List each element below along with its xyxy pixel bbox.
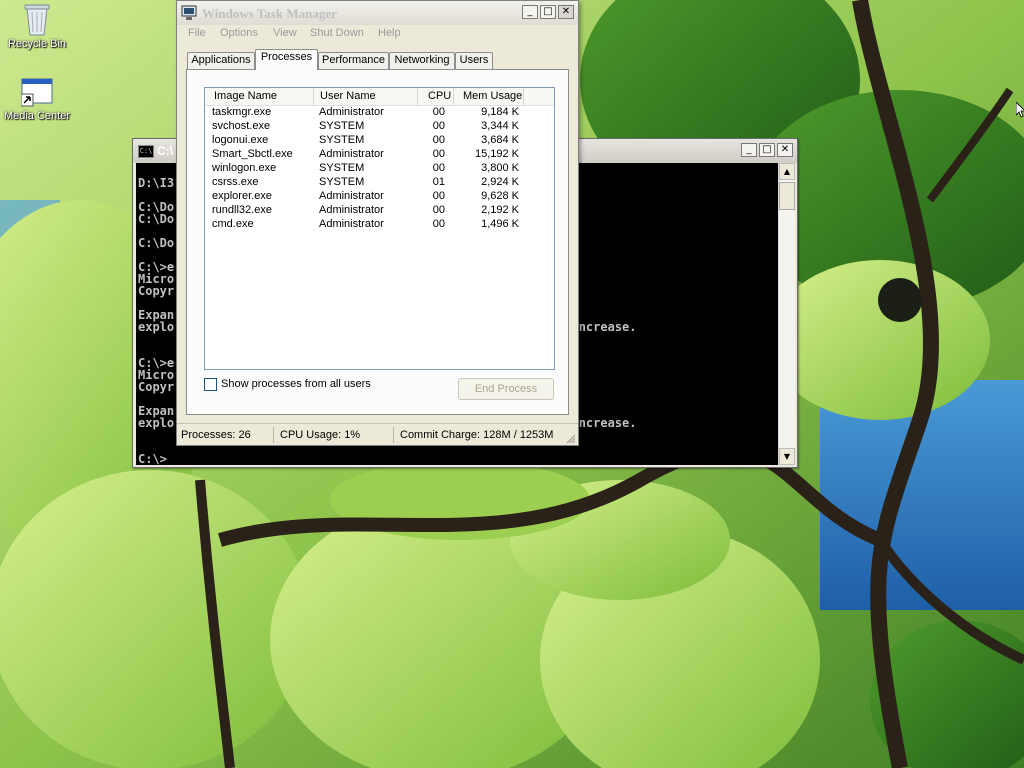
- process-row[interactable]: logonui.exe SYSTEM 00 3,684 K: [205, 133, 554, 147]
- desktop-icon-media-center[interactable]: Media Center: [0, 78, 77, 122]
- menu-file[interactable]: File: [188, 27, 206, 39]
- process-name-cell: csrss.exe: [212, 176, 259, 188]
- process-cpu-cell: 00: [432, 204, 445, 216]
- cmd-close-button[interactable]: ✕: [777, 143, 793, 157]
- process-row[interactable]: cmd.exe Administrator 00 1,496 K: [205, 217, 554, 231]
- cmd-title: C:\: [157, 144, 173, 158]
- process-list[interactable]: Image Name User Name CPU Mem Usage taskm…: [204, 87, 555, 370]
- process-user-cell: Administrator: [319, 190, 384, 202]
- cmd-maximize-button[interactable]: □: [759, 143, 775, 157]
- process-name-cell: rundll32.exe: [212, 204, 272, 216]
- menu-help[interactable]: Help: [378, 27, 401, 39]
- end-process-button[interactable]: End Process: [458, 378, 554, 400]
- scroll-down-arrow-icon[interactable]: ▼: [779, 448, 795, 465]
- mouse-cursor-icon: [1016, 102, 1024, 118]
- resize-grip-icon[interactable]: [566, 434, 576, 444]
- menu-shut-down[interactable]: Shut Down: [310, 27, 364, 39]
- process-row[interactable]: winlogon.exe SYSTEM 00 3,800 K: [205, 161, 554, 175]
- show-all-processes-checkbox[interactable]: [204, 378, 217, 391]
- cmd-minimize-button[interactable]: _: [741, 143, 757, 157]
- process-row[interactable]: taskmgr.exe Administrator 00 9,184 K: [205, 105, 554, 119]
- task-manager-window[interactable]: Windows Task Manager _ □ ✕ File Options …: [176, 0, 579, 446]
- process-mem-cell: 2,924 K: [481, 176, 519, 188]
- processes-panel: Image Name User Name CPU Mem Usage taskm…: [186, 69, 569, 415]
- menu-options[interactable]: Options: [220, 27, 258, 39]
- tm-close-button[interactable]: ✕: [558, 5, 574, 19]
- task-manager-titlebar[interactable]: Windows Task Manager _ □ ✕: [177, 1, 578, 25]
- process-name-cell: winlogon.exe: [212, 162, 277, 174]
- task-manager-icon: [181, 5, 197, 20]
- process-cpu-cell: 00: [432, 190, 445, 202]
- column-cpu[interactable]: CPU: [418, 88, 454, 105]
- console-line: C:\>: [138, 452, 167, 465]
- process-row[interactable]: csrss.exe SYSTEM 01 2,924 K: [205, 175, 554, 189]
- process-user-cell: SYSTEM: [319, 120, 365, 132]
- scroll-up-arrow-icon[interactable]: ▲: [779, 163, 795, 180]
- recycle-bin-icon: [24, 4, 50, 36]
- media-center-label: Media Center: [3, 110, 71, 122]
- column-image-name[interactable]: Image Name: [205, 88, 314, 105]
- process-cpu-cell: 00: [432, 218, 445, 230]
- task-manager-title: Windows Task Manager: [202, 6, 337, 21]
- console-line: D:\I3: [138, 176, 175, 190]
- tab-applications[interactable]: Applications: [187, 52, 255, 69]
- cmd-scroll-thumb[interactable]: [779, 182, 795, 210]
- process-row[interactable]: Smart_Sbctl.exe Administrator 00 15,192 K: [205, 147, 554, 161]
- recycle-bin-label: Recycle Bin: [7, 38, 67, 50]
- process-cpu-cell: 00: [432, 148, 445, 160]
- process-row[interactable]: svchost.exe SYSTEM 00 3,344 K: [205, 119, 554, 133]
- tm-maximize-button[interactable]: □: [540, 5, 556, 19]
- process-cpu-cell: 00: [432, 162, 445, 174]
- status-commit-charge: Commit Charge: 128M / 1253M: [400, 429, 554, 441]
- cmd-window-icon: C:\: [138, 145, 154, 158]
- process-cpu-cell: 00: [432, 134, 445, 146]
- process-user-cell: Administrator: [319, 218, 384, 230]
- process-mem-cell: 3,800 K: [481, 162, 519, 174]
- process-mem-cell: 9,628 K: [481, 190, 519, 202]
- process-mem-cell: 3,684 K: [481, 134, 519, 146]
- process-user-cell: Administrator: [319, 204, 384, 216]
- process-name-cell: explorer.exe: [212, 190, 272, 202]
- process-user-cell: SYSTEM: [319, 134, 365, 146]
- tab-networking[interactable]: Networking: [389, 52, 455, 69]
- tab-users[interactable]: Users: [455, 52, 493, 69]
- process-mem-cell: 9,184 K: [481, 106, 519, 118]
- process-name-cell: taskmgr.exe: [212, 106, 272, 118]
- desktop-icon-recycle-bin[interactable]: Recycle Bin: [0, 2, 77, 50]
- tm-minimize-button[interactable]: _: [522, 5, 538, 19]
- process-row[interactable]: explorer.exe Administrator 00 9,628 K: [205, 189, 554, 203]
- process-mem-cell: 3,344 K: [481, 120, 519, 132]
- status-cpu-usage: CPU Usage: 1%: [276, 427, 394, 443]
- cmd-vertical-scrollbar[interactable]: ▲ ▼: [778, 163, 795, 465]
- process-name-cell: logonui.exe: [212, 134, 269, 146]
- process-mem-cell: 1,496 K: [481, 218, 519, 230]
- status-bar: Processes: 26 CPU Usage: 1% Commit Charg…: [177, 423, 578, 446]
- tab-performance[interactable]: Performance: [318, 52, 389, 69]
- process-name-cell: Smart_Sbctl.exe: [212, 148, 293, 160]
- process-list-header: Image Name User Name CPU Mem Usage: [205, 88, 554, 106]
- process-cpu-cell: 00: [432, 120, 445, 132]
- process-row[interactable]: rundll32.exe Administrator 00 2,192 K: [205, 203, 554, 217]
- process-cpu-cell: 01: [432, 176, 445, 188]
- process-cpu-cell: 00: [432, 106, 445, 118]
- media-center-icon: [21, 78, 53, 107]
- column-user-name[interactable]: User Name: [314, 88, 418, 105]
- process-mem-cell: 2,192 K: [481, 204, 519, 216]
- show-all-processes-label[interactable]: Show processes from all users: [221, 378, 371, 390]
- menu-bar: File Options View Shut Down Help: [177, 25, 578, 43]
- process-user-cell: SYSTEM: [319, 162, 365, 174]
- process-user-cell: Administrator: [319, 106, 384, 118]
- process-user-cell: SYSTEM: [319, 176, 365, 188]
- status-processes: Processes: 26: [177, 427, 274, 443]
- console-line: C:\Do: [138, 212, 175, 226]
- process-user-cell: Administrator: [319, 148, 384, 160]
- process-mem-cell: 15,192 K: [474, 148, 519, 160]
- console-line: C:\Do: [138, 236, 175, 250]
- column-mem-usage[interactable]: Mem Usage: [454, 88, 524, 105]
- tab-processes[interactable]: Processes: [255, 49, 318, 70]
- process-name-cell: cmd.exe: [212, 218, 254, 230]
- process-name-cell: svchost.exe: [212, 120, 271, 132]
- menu-view[interactable]: View: [273, 27, 297, 39]
